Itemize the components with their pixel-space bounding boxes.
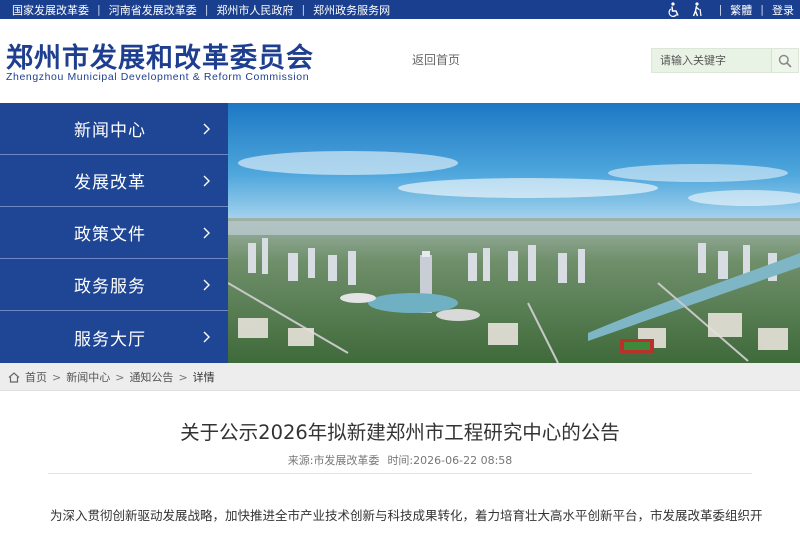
article-meta: 来源:市发展改革委 时间:2026-06-22 08:58 (0, 452, 800, 468)
chevron-right-icon (203, 175, 210, 187)
title-divider (48, 473, 752, 474)
top-link-zhengzhou-gov[interactable]: 郑州市人民政府 (216, 2, 293, 18)
top-bar: 国家发展改革委 | 河南省发展改革委 | 郑州市人民政府 | 郑州政务服务网 |… (0, 0, 800, 19)
breadcrumb-current: 详情 (192, 371, 215, 384)
top-link-separator: | (204, 3, 209, 16)
nav-item-label: 政策文件 (74, 225, 146, 245)
top-link-ndrc[interactable]: 国家发展改革委 (12, 2, 89, 18)
nav-item-development-reform[interactable]: 发展改革 (0, 155, 228, 207)
top-links: 国家发展改革委 | 河南省发展改革委 | 郑州市人民政府 | 郑州政务服务网 (12, 0, 390, 19)
time-label: 时间: (387, 454, 414, 467)
chevron-right-icon (203, 279, 210, 291)
nav-item-news-center[interactable]: 新闻中心 (0, 103, 228, 155)
elderly-mode-icon[interactable] (689, 2, 705, 17)
breadcrumb-news-center[interactable]: 新闻中心 (66, 369, 110, 385)
search-input[interactable] (652, 49, 772, 72)
breadcrumb-notices[interactable]: 通知公告 (129, 369, 173, 385)
search-box (651, 48, 799, 73)
nav-item-policy-documents[interactable]: 政策文件 (0, 207, 228, 259)
nav-item-government-services[interactable]: 政务服务 (0, 259, 228, 311)
top-link-service-net[interactable]: 郑州政务服务网 (313, 2, 390, 18)
main-nav: 新闻中心 发展改革 政策文件 政务服务 服务大厅 (0, 103, 228, 363)
nav-item-label: 政务服务 (74, 277, 146, 297)
home-icon (8, 371, 20, 383)
nav-item-label: 新闻中心 (74, 121, 146, 141)
article-paragraph: 为深入贯彻创新驱动发展战略，加快推进全市产业技术创新与科技成果转化，着力培育壮大… (50, 508, 763, 523)
top-link-henan-drc[interactable]: 河南省发展改革委 (109, 2, 197, 18)
top-right-tools: | 繁體 | 登录 (667, 0, 794, 19)
article-title: 关于公示2026年拟新建郑州市工程研究中心的公告 (180, 421, 620, 444)
accessibility-icon[interactable] (667, 2, 683, 17)
article-source: 市发展改革委 (313, 454, 380, 467)
site-logo-english: Zhengzhou Municipal Development & Reform… (6, 71, 310, 83)
site-logo-chinese[interactable]: 郑州市发展和改革委员会 (6, 36, 314, 75)
city-banner-image (228, 103, 800, 363)
site-header: 郑州市发展和改革委员会 Zhengzhou Municipal Developm… (0, 19, 800, 103)
breadcrumb: 首页 > 新闻中心 > 通知公告 > 详情 (8, 363, 215, 391)
top-link-separator: | (97, 3, 101, 16)
top-link-separator: | (301, 3, 306, 16)
source-label: 来源: (287, 454, 314, 467)
nav-item-service-hall[interactable]: 服务大厅 (0, 311, 228, 363)
chevron-right-icon (203, 331, 210, 343)
chevron-right-icon (203, 123, 210, 135)
breadcrumb-arrow: > (52, 370, 62, 384)
nav-item-label: 服务大厅 (74, 329, 146, 350)
top-right-separator: | (718, 3, 723, 16)
breadcrumb-home[interactable]: 首页 (25, 369, 47, 385)
breadcrumb-arrow: > (178, 370, 188, 384)
top-right-separator: | (760, 3, 764, 16)
search-icon (778, 54, 792, 68)
breadcrumb-bar: 首页 > 新闻中心 > 通知公告 > 详情 (0, 363, 800, 391)
chevron-right-icon (203, 227, 210, 239)
search-button[interactable] (771, 49, 798, 72)
nav-item-label: 发展改革 (74, 173, 146, 193)
login-link[interactable]: 登录 (772, 2, 794, 18)
breadcrumb-arrow: > (115, 370, 125, 384)
back-home-link[interactable]: 返回首页 (412, 51, 460, 68)
article-time: 2026-06-22 08:58 (413, 454, 513, 467)
traditional-chinese-link[interactable]: 繁體 (730, 2, 752, 18)
